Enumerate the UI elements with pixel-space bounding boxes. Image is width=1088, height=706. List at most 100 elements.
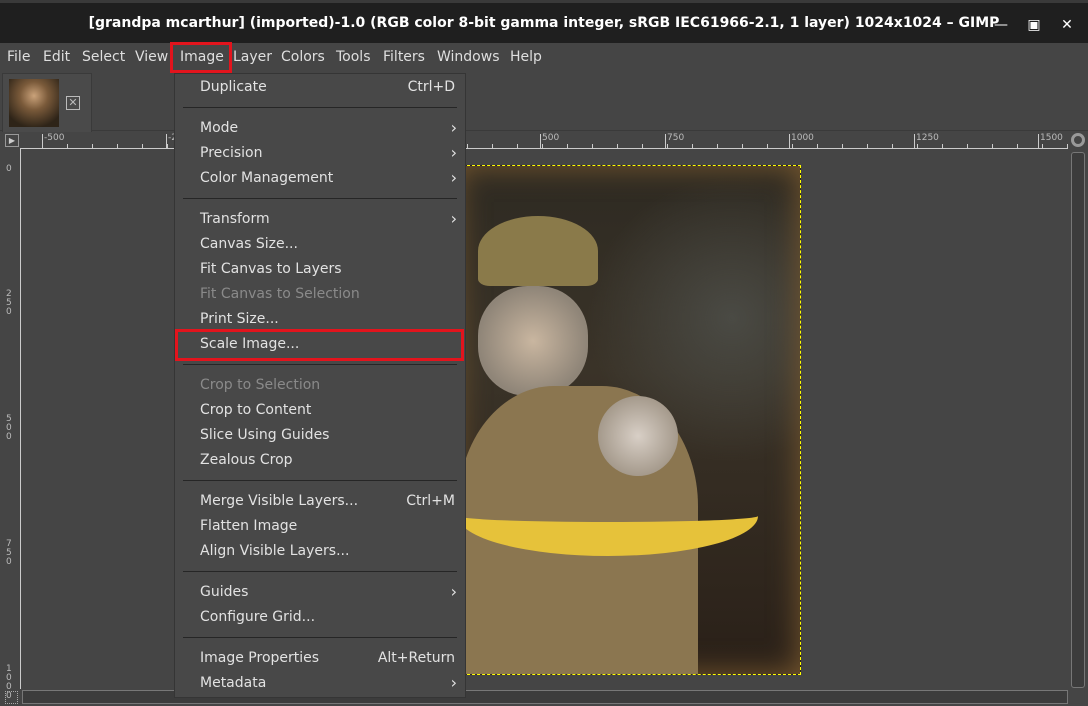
menu-select[interactable]: Select [82, 49, 125, 65]
ruler-minor-tick [992, 144, 993, 148]
shortcut-label: Ctrl+M [406, 493, 455, 509]
menu-edit[interactable]: Edit [43, 49, 70, 65]
submenu-arrow-icon: › [450, 168, 457, 187]
maximize-button[interactable]: ▣ [1024, 15, 1044, 35]
baby-monkey [598, 396, 678, 476]
ruler-minor-tick [67, 144, 68, 148]
menu-filters[interactable]: Filters [383, 49, 425, 65]
menu-item-label: Canvas Size... [200, 236, 298, 252]
ruler-minor-tick [817, 144, 818, 148]
menu-item-label: Merge Visible Layers... [200, 493, 359, 509]
officer-cap [478, 216, 598, 286]
ruler-minor-tick [642, 144, 643, 148]
window-title: [grandpa mcarthur] (imported)-1.0 (RGB c… [88, 15, 1000, 31]
vertical-scrollbar[interactable] [1071, 152, 1085, 688]
menu-item-label: Fit Canvas to Selection [200, 286, 360, 302]
ruler-label: 500 [542, 133, 560, 143]
submenu-arrow-icon: › [450, 673, 457, 692]
menu-item-canvas-size[interactable]: Canvas Size... [175, 232, 465, 257]
menu-item-crop-to-selection: Crop to Selection [175, 373, 465, 398]
quick-mask-toggle[interactable] [5, 691, 18, 704]
menu-item-crop-to-content[interactable]: Crop to Content [175, 398, 465, 423]
menu-item-fit-canvas-to-selection: Fit Canvas to Selection [175, 282, 465, 307]
menu-separator [175, 473, 465, 489]
ruler-tick [665, 134, 666, 149]
submenu-arrow-icon: › [450, 582, 457, 601]
ruler-minor-tick [792, 144, 793, 148]
ruler-minor-tick [142, 144, 143, 148]
menu-item-flatten-image[interactable]: Flatten Image [175, 514, 465, 539]
navigate-menu-icon[interactable]: ▶ [5, 134, 19, 147]
ruler-label: 1000 [791, 133, 814, 143]
image-thumbnail[interactable] [9, 79, 59, 127]
menu-item-label: Image Properties [200, 650, 320, 666]
menu-item-guides[interactable]: Guides › [175, 580, 465, 605]
menu-tools[interactable]: Tools [336, 49, 371, 65]
image-tab[interactable]: ✕ [2, 73, 92, 132]
ruler-label: 1250 [916, 133, 939, 143]
ruler-minor-tick [167, 144, 168, 148]
ruler-label: 1500 [1040, 133, 1063, 143]
menu-windows[interactable]: Windows [437, 49, 500, 65]
menu-file[interactable]: File [7, 49, 30, 65]
menu-item-label: Guides [200, 584, 249, 600]
menu-item-label: Transform [200, 211, 270, 227]
image-tabs: ✕ [0, 73, 1088, 132]
menu-item-label: Crop to Selection [200, 377, 321, 393]
menu-layer[interactable]: Layer [233, 49, 272, 65]
menu-bar: File Edit Select View Image Layer Colors Tools F… [0, 43, 1088, 73]
menu-separator [175, 191, 465, 207]
menu-colors[interactable]: Colors [281, 49, 325, 65]
close-button[interactable]: ✕ [1057, 15, 1077, 35]
submenu-arrow-icon: › [450, 143, 457, 162]
shortcut-label: Alt+Return [377, 650, 455, 666]
ruler-minor-tick [967, 144, 968, 148]
ruler-label: 750 [667, 133, 685, 143]
menu-item-label: Precision [200, 145, 263, 161]
ruler-minor-tick [92, 144, 93, 148]
submenu-arrow-icon: › [450, 118, 457, 137]
menu-item-align-visible-layers[interactable]: Align Visible Layers... [175, 539, 465, 564]
menu-item-label: Slice Using Guides [200, 427, 330, 443]
menu-item-zealous-crop[interactable]: Zealous Crop [175, 448, 465, 473]
ruler-label: -500 [44, 133, 65, 143]
ruler-tick [914, 134, 915, 149]
menu-item-label: Crop to Content [200, 402, 312, 418]
ruler-minor-tick [942, 144, 943, 148]
tab-close-icon[interactable]: ✕ [66, 96, 80, 110]
ruler-minor-tick [717, 144, 718, 148]
menu-item-label: Zealous Crop [200, 452, 293, 468]
menu-item-mode[interactable]: Mode › [175, 116, 465, 141]
minimize-button[interactable]: — [991, 15, 1011, 35]
menu-item-image-properties[interactable]: Image Properties Alt+Return [175, 646, 465, 671]
menu-help[interactable]: Help [510, 49, 542, 65]
vertical-ruler[interactable]: 0 250 500 750 1000 [4, 149, 21, 701]
image-canvas[interactable] [457, 165, 801, 675]
menu-item-merge-visible-layers[interactable]: Merge Visible Layers... Ctrl+M [175, 489, 465, 514]
menu-item-metadata[interactable]: Metadata › [175, 671, 465, 696]
zoom-image-icon[interactable] [1071, 133, 1085, 147]
menu-item-fit-canvas-to-layers[interactable]: Fit Canvas to Layers [175, 257, 465, 282]
menu-item-label: Metadata [200, 675, 267, 691]
menu-separator [175, 630, 465, 646]
shortcut-label: Ctrl+D [407, 79, 455, 95]
ruler-label: 750 [6, 539, 12, 567]
menu-item-configure-grid[interactable]: Configure Grid... [175, 605, 465, 630]
scale-image-highlight-box [175, 329, 464, 361]
menu-item-label: Configure Grid... [200, 609, 316, 625]
ruler-minor-tick [567, 144, 568, 148]
ruler-minor-tick [917, 144, 918, 148]
ruler-minor-tick [842, 144, 843, 148]
menu-item-duplicate[interactable]: Duplicate Ctrl+D [175, 75, 465, 100]
menu-item-transform[interactable]: Transform › [175, 207, 465, 232]
menu-view[interactable]: View [135, 49, 168, 65]
menu-item-slice-using-guides[interactable]: Slice Using Guides [175, 423, 465, 448]
menu-item-color-management[interactable]: Color Management › [175, 166, 465, 191]
ruler-minor-tick [592, 144, 593, 148]
menu-item-label: Print Size... [200, 311, 279, 327]
ruler-minor-tick [42, 144, 43, 148]
menu-item-label: Fit Canvas to Layers [200, 261, 342, 277]
menu-item-precision[interactable]: Precision › [175, 141, 465, 166]
ruler-minor-tick [467, 144, 468, 148]
ruler-minor-tick [892, 144, 893, 148]
